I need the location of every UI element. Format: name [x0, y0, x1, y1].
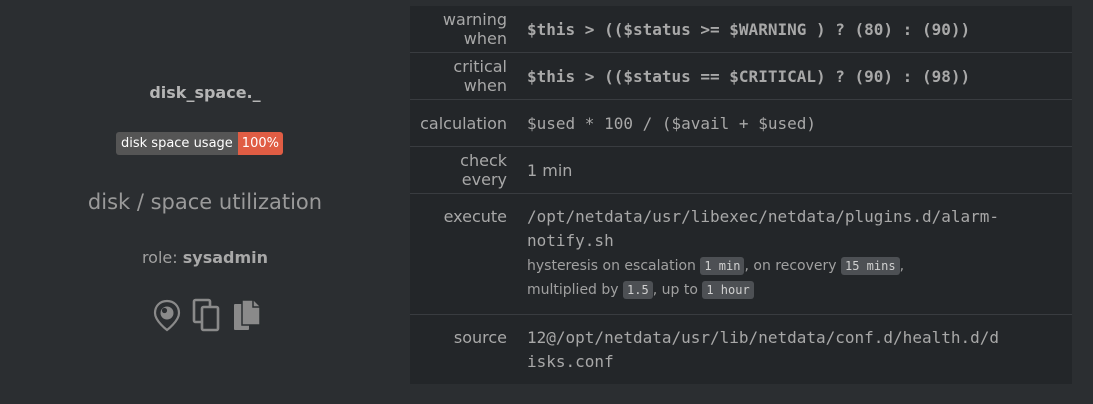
badge-value: 100% [237, 132, 283, 155]
critical-expression: $this > (($status == $CRITICAL) ? (90) :… [527, 66, 971, 86]
recovery-label: , on recovery [744, 258, 837, 274]
table-row: execute /opt/netdata/usr/libexec/netdata… [410, 194, 1072, 315]
max-chip: 1 hour [702, 281, 754, 299]
role: role: sysadmin [0, 248, 410, 267]
row-key: check every [460, 151, 507, 189]
execute-path-line1: /opt/netdata/usr/libexec/netdata/plugins… [527, 207, 1000, 226]
hysteresis-line: hysteresis on escalation 1 min, on recov… [527, 257, 905, 275]
upto-label: , up to [652, 282, 698, 298]
row-key: execute [443, 207, 507, 226]
badge-label: disk space usage [116, 132, 238, 155]
table-row: warning when $this > (($status >= $WARNI… [410, 6, 1072, 53]
source-value: 12@/opt/netdata/usr/lib/netdata/conf.d/h… [527, 326, 1072, 374]
row-key: warning when [442, 10, 507, 48]
execute-path-line2: notify.sh [527, 231, 614, 250]
row-key: critical when [453, 57, 507, 95]
row-key: source [453, 328, 507, 347]
warning-expression: $this > (($status >= $WARNING ) ? (80) :… [527, 19, 971, 39]
hysteresis-label: hysteresis on escalation [527, 258, 696, 274]
table-row: check every 1 min [410, 147, 1072, 194]
map-pin-icon[interactable] [152, 298, 182, 332]
multiplier-label: multiplied by [527, 282, 619, 298]
escalation-chip: 1 min [700, 257, 745, 275]
source-path-line1: 12@/opt/netdata/usr/lib/netdata/conf.d/h… [527, 328, 1000, 347]
role-value: sysadmin [182, 248, 269, 267]
status-badge[interactable]: disk space usage 100% [116, 132, 283, 155]
multiplier-line: multiplied by 1.5, up to 1 hour [527, 279, 1064, 301]
table-row: source 12@/opt/netdata/usr/lib/netdata/c… [410, 315, 1072, 374]
copy-icon[interactable] [192, 298, 222, 332]
check-interval: 1 min [527, 160, 573, 180]
calculation-expression: $used * 100 / ($avail + $used) [527, 113, 816, 133]
copy-filled-icon[interactable] [232, 298, 262, 332]
execute-value: /opt/netdata/usr/libexec/netdata/plugins… [527, 205, 1072, 314]
recovery-chip: 15 mins [841, 257, 900, 275]
source-path-line2: isks.conf [527, 352, 614, 371]
table-row: calculation $used * 100 / ($avail + $use… [410, 100, 1072, 147]
multiplier-chip: 1.5 [623, 281, 653, 299]
chart-title: disk / space utilization [87, 190, 323, 214]
row-key: calculation [420, 113, 507, 133]
alarm-details-table: warning when $this > (($status >= $WARNI… [410, 6, 1072, 384]
action-icons [152, 298, 262, 332]
table-row: critical when $this > (($status == $CRIT… [410, 53, 1072, 100]
alarm-name: disk_space._ [149, 83, 261, 102]
alarm-summary-panel: disk_space._ disk space usage 100% disk … [0, 0, 410, 404]
role-label: role: [141, 248, 178, 267]
